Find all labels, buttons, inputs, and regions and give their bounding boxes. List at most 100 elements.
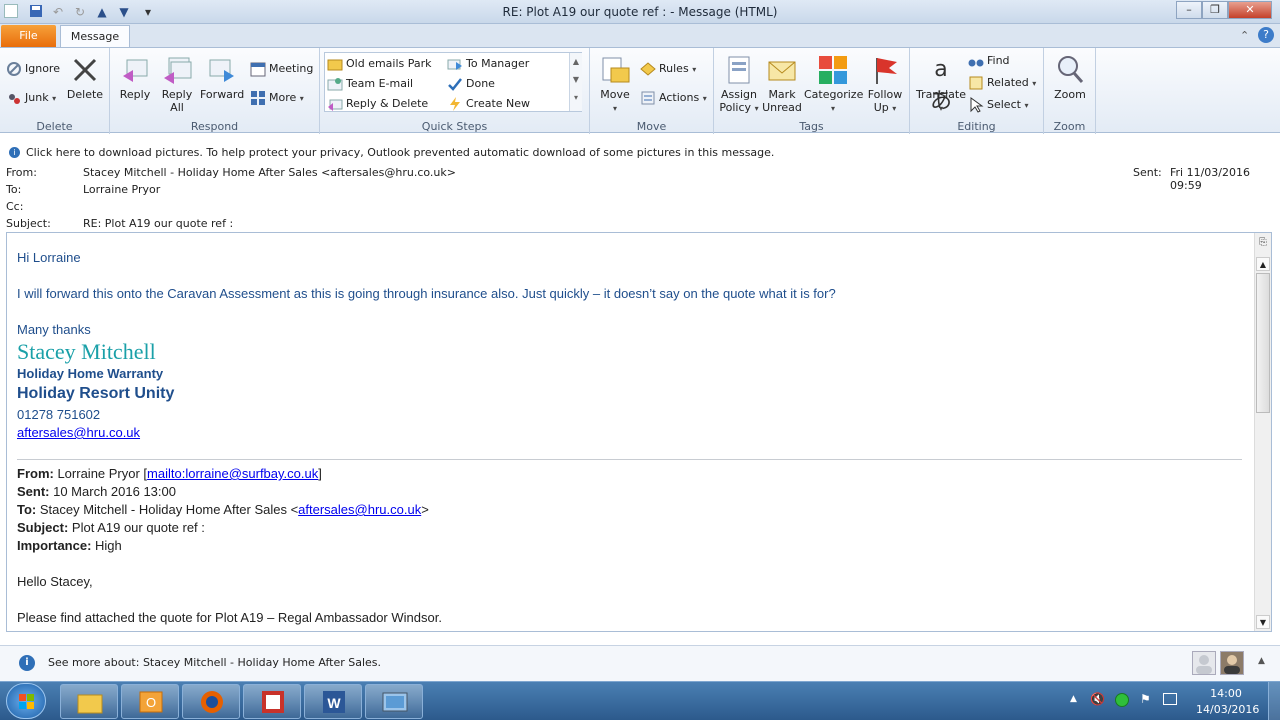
tab-message[interactable]: Message	[60, 25, 130, 48]
avatar-placeholder[interactable]	[1192, 651, 1216, 675]
help-icon[interactable]: ?	[1258, 27, 1274, 43]
cc-label: Cc:	[6, 200, 24, 213]
more-respond-button[interactable]: More ▾	[250, 89, 304, 107]
message-body[interactable]: Hi Lorraine I will forward this onto the…	[6, 232, 1272, 632]
cursor-icon	[968, 97, 984, 113]
minimize-ribbon-icon[interactable]: ⌃	[1240, 29, 1249, 42]
quick-steps-scroll[interactable]: ▲ ▼ ▾	[569, 53, 582, 111]
zoom-button[interactable]: Zoom	[1048, 54, 1092, 101]
actions-button[interactable]: Actions ▾	[640, 89, 707, 107]
meeting-button[interactable]: Meeting	[250, 60, 313, 78]
move-group-label: Move	[636, 120, 667, 133]
taskbar-picture-viewer[interactable]	[365, 684, 423, 719]
minimize-button[interactable]: –	[1176, 1, 1202, 19]
taskbar-outlook[interactable]: O	[121, 684, 179, 719]
reply-all-button[interactable]: Reply All	[158, 54, 196, 114]
rules-button[interactable]: Rules ▾	[640, 60, 696, 78]
junk-button[interactable]: Junk ▾	[6, 89, 56, 107]
reply-button[interactable]: Reply	[116, 54, 154, 101]
quick-steps-gallery: Old emails Park To Manager Team E-mail D…	[324, 52, 582, 112]
zoom-group-label: Zoom	[1053, 120, 1086, 133]
info-icon: i	[9, 147, 20, 158]
quoted-from-mailto-link[interactable]: mailto:lorraine@surfbay.co.uk	[147, 466, 318, 481]
pdf-icon	[259, 689, 287, 715]
categorize-button[interactable]: Categorize ▾	[804, 54, 863, 115]
pin-icon[interactable]: ⎘	[1256, 237, 1270, 251]
sent-label: Sent:	[1133, 166, 1162, 179]
select-button[interactable]: Select ▾	[968, 96, 1028, 114]
taskbar-word[interactable]: W	[304, 684, 362, 719]
volume-muted-icon[interactable]: 🔇	[1090, 692, 1105, 706]
to-value[interactable]: Lorraine Pryor	[83, 183, 160, 196]
body-thanks: Many thanks	[17, 322, 91, 337]
team-email-icon	[327, 76, 343, 92]
window-title: RE: Plot A19 our quote ref : - Message (…	[502, 5, 778, 19]
signature-email-link[interactable]: aftersales@hru.co.uk	[17, 425, 140, 440]
infobar-text: Click here to download pictures. To help…	[26, 146, 775, 159]
quoted-to-email-link[interactable]: aftersales@hru.co.uk	[298, 502, 421, 517]
outlook-icon: O	[137, 689, 165, 715]
firefox-icon	[198, 689, 226, 715]
show-desktop-button[interactable]	[1268, 682, 1280, 720]
info-icon: i	[19, 655, 35, 671]
delete-button[interactable]: Delete	[66, 54, 104, 101]
title-bar: ↶ ↻ ▲ ▼ ▾ RE: Plot A19 our quote ref : -…	[0, 0, 1280, 24]
categorize-icon	[817, 54, 849, 86]
picture-download-infobar[interactable]: i Click here to download pictures. To he…	[0, 142, 1280, 162]
editing-group: aあ Translate ▾ Find Related ▾ Select ▾ Ed…	[910, 48, 1044, 134]
ignore-icon	[6, 61, 22, 77]
taskbar-pdf[interactable]	[243, 684, 301, 719]
quick-steps-group-label: Quick Steps	[421, 120, 488, 133]
move-button[interactable]: Move ▾	[596, 54, 634, 115]
signature-role: Holiday Home Warranty	[17, 366, 164, 381]
quick-step-to-manager[interactable]: To Manager	[447, 55, 529, 73]
start-button[interactable]	[6, 683, 46, 719]
quoted-subject-line: Subject: Plot A19 our quote ref :	[17, 520, 205, 535]
tab-file[interactable]: File	[1, 25, 56, 47]
body-scrollbar[interactable]: ⎘ ▲ ▼	[1254, 233, 1271, 631]
from-value[interactable]: Stacey Mitchell - Holiday Home After Sal…	[83, 166, 456, 179]
quoted-paragraph: Please find attached the quote for Plot …	[17, 610, 442, 625]
clock-date[interactable]: 14/03/2016	[1196, 703, 1259, 716]
tags-group: Assign Policy ▾ Mark Unread Categorize ▾ Fo…	[714, 48, 910, 134]
quick-step-reply-delete[interactable]: Reply & Delete	[327, 95, 428, 113]
signature-phone: 01278 751602	[17, 407, 101, 422]
magnifier-icon	[1054, 54, 1086, 86]
quoted-importance-line: Importance: High	[17, 538, 122, 553]
scroll-thumb[interactable]	[1256, 273, 1270, 413]
translate-button[interactable]: aあ Translate ▾	[914, 54, 968, 115]
follow-up-button[interactable]: Follow Up ▾	[864, 54, 906, 115]
find-button[interactable]: Find	[968, 52, 1010, 70]
avatar[interactable]	[1220, 651, 1244, 675]
related-button[interactable]: Related ▾	[968, 74, 1036, 92]
quick-step-create-new[interactable]: Create New	[447, 95, 530, 113]
ribbon-tabs: File Message ⌃ ?	[0, 24, 1280, 48]
flag-icon	[869, 54, 901, 86]
scroll-up-icon[interactable]: ▲	[1256, 257, 1270, 271]
flag-tray-icon[interactable]: ⚑	[1140, 692, 1151, 706]
status-green-icon[interactable]	[1115, 693, 1129, 707]
reply-icon	[119, 54, 151, 86]
subject-value: RE: Plot A19 our quote ref :	[83, 217, 234, 230]
tray-expand-icon[interactable]: ▲	[1070, 694, 1077, 704]
quick-step-team-email[interactable]: Team E-mail	[327, 75, 413, 93]
mark-unread-button[interactable]: Mark Unread	[762, 54, 802, 114]
ignore-button[interactable]: Ignore	[6, 60, 60, 78]
forward-button[interactable]: Forward	[200, 54, 244, 101]
assign-policy-button[interactable]: Assign Policy ▾	[718, 54, 760, 115]
forward-arrow-icon	[447, 56, 463, 72]
expand-pane-icon[interactable]: ▲	[1258, 656, 1265, 666]
signature-name: Stacey Mitchell	[17, 339, 156, 364]
scroll-down-icon[interactable]: ▼	[1256, 615, 1270, 629]
clock-time[interactable]: 14:00	[1196, 687, 1256, 700]
restore-button[interactable]: ❐	[1202, 1, 1228, 19]
picture-icon	[381, 689, 409, 715]
taskbar-explorer[interactable]	[60, 684, 118, 719]
people-pane-text[interactable]: See more about: Stacey Mitchell - Holida…	[48, 656, 381, 669]
quick-step-done[interactable]: Done	[447, 75, 495, 93]
network-icon[interactable]	[1163, 693, 1177, 705]
taskbar-firefox[interactable]	[182, 684, 240, 719]
quick-step-old-emails-park[interactable]: Old emails Park	[327, 55, 432, 73]
lightning-icon	[447, 96, 463, 112]
close-button[interactable]: ✕	[1228, 1, 1272, 19]
